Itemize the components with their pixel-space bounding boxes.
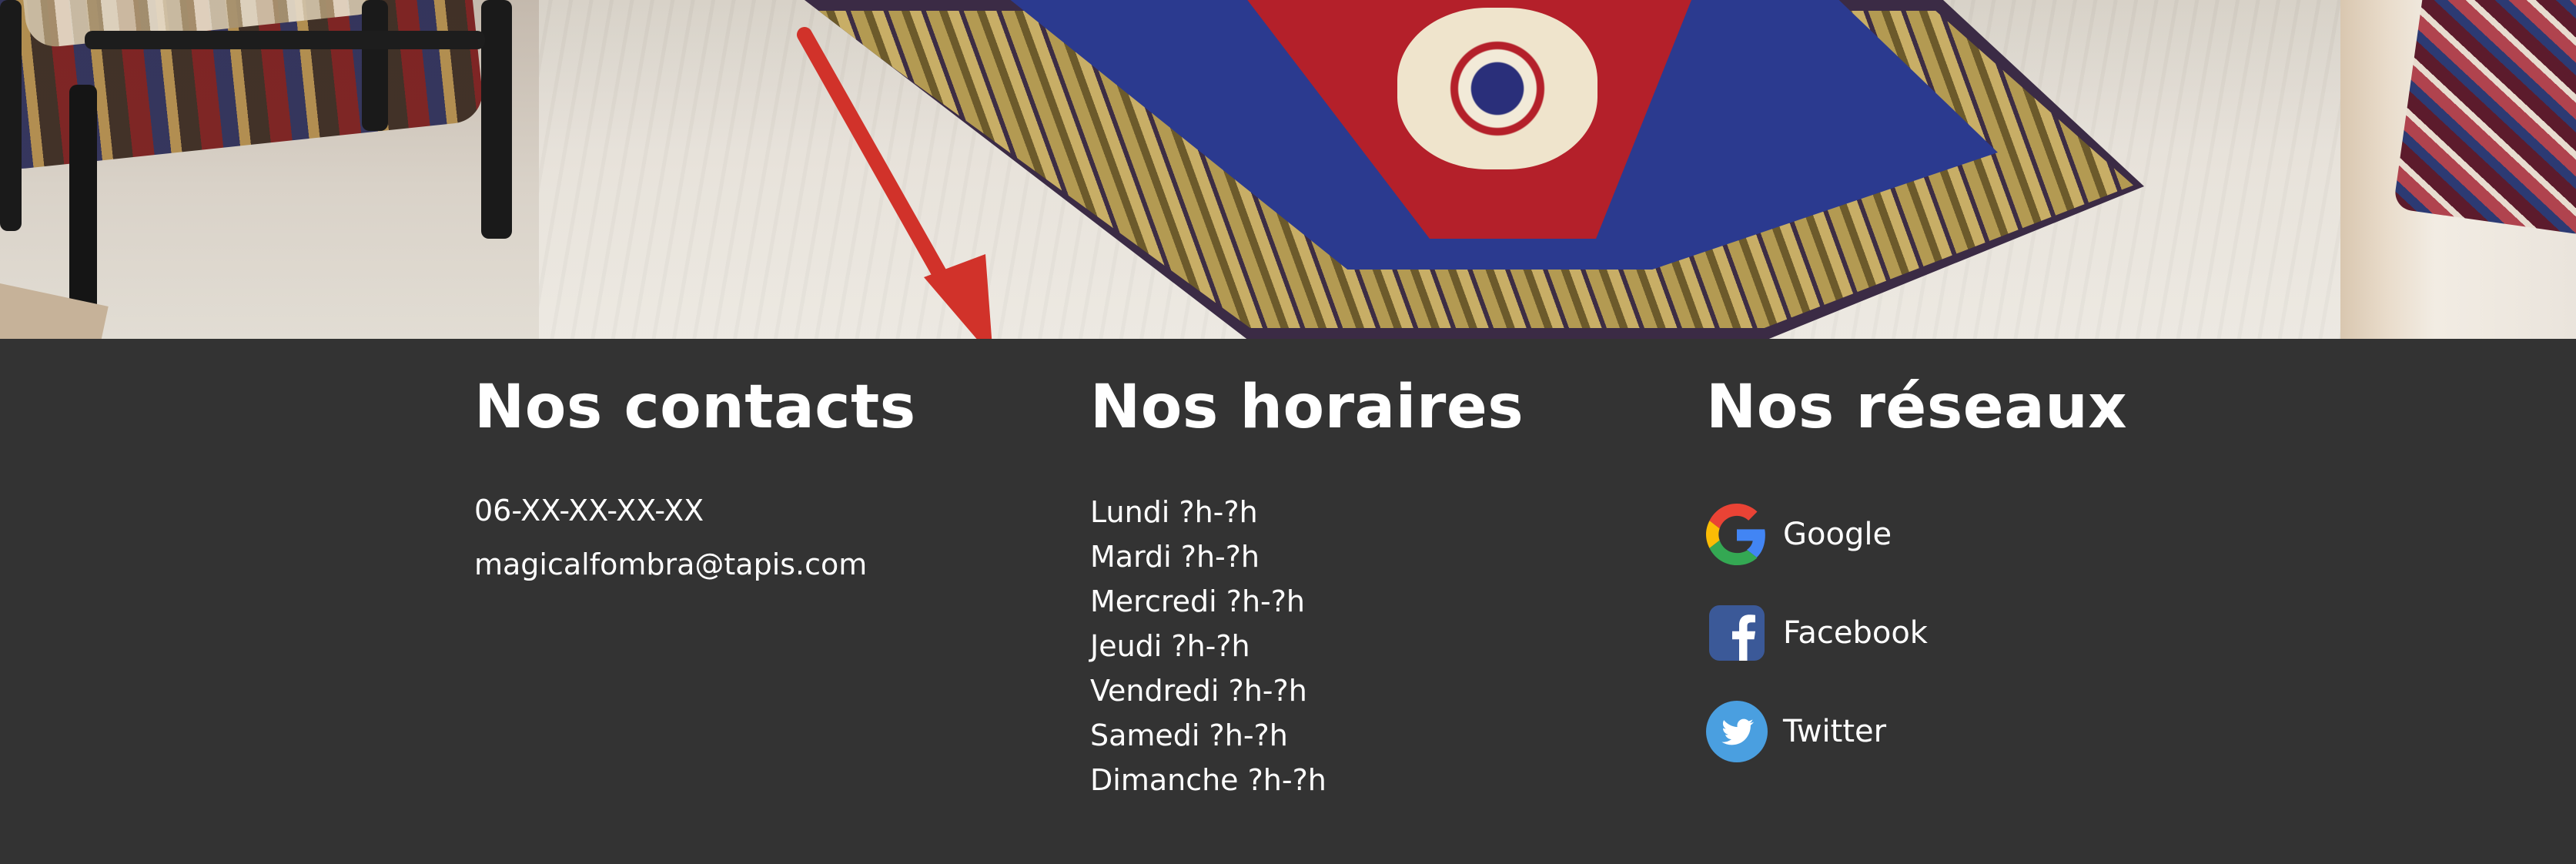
hours-saturday: Samedi ?h-?h <box>1090 718 1288 752</box>
google-icon <box>1706 504 1768 565</box>
social-title: Nos réseaux <box>1706 373 2128 442</box>
google-link[interactable]: Google <box>1706 502 1892 567</box>
twitter-link[interactable]: Twitter <box>1706 699 1886 764</box>
hours-title: Nos horaires <box>1090 373 1524 442</box>
hours-list: Lundi ?h-?h Mardi ?h-?h Mercredi ?h-?h J… <box>1090 490 1326 802</box>
contacts-title: Nos contacts <box>474 373 916 442</box>
contact-email[interactable]: magicalfombra@tapis.com <box>474 550 867 579</box>
contact-phone[interactable]: 06-XX-XX-XX-XX <box>474 496 704 525</box>
facebook-icon <box>1706 602 1768 664</box>
site-footer: Nos contacts 06-XX-XX-XX-XX magicalfombr… <box>0 339 2576 864</box>
hours-tuesday: Mardi ?h-?h <box>1090 540 1260 574</box>
twitter-label: Twitter <box>1783 714 1887 749</box>
facebook-label: Facebook <box>1783 615 1928 651</box>
facebook-link[interactable]: Facebook <box>1706 601 1928 665</box>
twitter-icon <box>1706 701 1768 762</box>
hours-friday: Vendredi ?h-?h <box>1090 674 1307 708</box>
hours-monday: Lundi ?h-?h <box>1090 495 1258 529</box>
hours-thursday: Jeudi ?h-?h <box>1090 629 1250 663</box>
google-label: Google <box>1783 517 1892 552</box>
hours-wednesday: Mercredi ?h-?h <box>1090 584 1305 618</box>
hours-sunday: Dimanche ?h-?h <box>1090 763 1326 797</box>
